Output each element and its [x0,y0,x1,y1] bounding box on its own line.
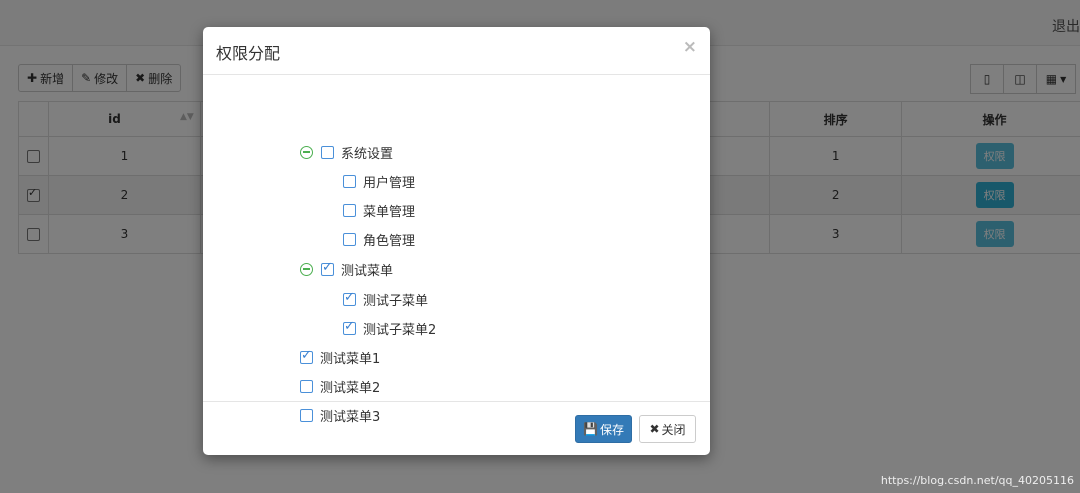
watermark-text: https://blog.csdn.net/qq_40205116 [880,474,1074,487]
tree-checkbox[interactable] [343,319,356,335]
modal-footer: 💾 保存 ✖ 关闭 [203,402,710,456]
x-icon: ✖ [649,422,660,436]
tree-checkbox[interactable] [343,203,356,217]
tree-node-user-management[interactable]: 用户管理 [343,170,415,192]
save-icon: 💾 [583,422,598,436]
tree-checkbox[interactable] [321,145,334,159]
tree-node-role-management[interactable]: 角色管理 [343,228,415,250]
save-button[interactable]: 💾 保存 [575,415,632,443]
permission-tree: 系统设置 用户管理 菜单管理 角色管理 测试菜单 测试子菜单 测试子菜单2 [203,75,710,425]
collapse-icon[interactable] [300,262,313,276]
tree-checkbox[interactable] [321,260,334,276]
tree-node-test-menu[interactable]: 测试菜单 [300,258,393,280]
cancel-button[interactable]: ✖ 关闭 [639,415,696,443]
tree-checkbox[interactable] [343,232,356,246]
tree-node-test-submenu[interactable]: 测试子菜单 [343,288,428,310]
tree-node-test-submenu-2[interactable]: 测试子菜单2 [343,317,436,339]
tree-checkbox[interactable] [300,379,313,393]
tree-node-system-settings[interactable]: 系统设置 [300,141,393,163]
tree-checkbox[interactable] [300,348,313,364]
tree-node-test-menu-2[interactable]: 测试菜单2 [300,375,380,397]
tree-checkbox[interactable] [343,174,356,188]
tree-node-menu-management[interactable]: 菜单管理 [343,199,415,221]
tree-node-test-menu-1[interactable]: 测试菜单1 [300,346,380,368]
collapse-icon[interactable] [300,145,313,159]
tree-checkbox[interactable] [343,290,356,306]
permission-modal: 权限分配 × 系统设置 用户管理 菜单管理 角色管理 测试菜单 测试子菜单 [203,27,710,455]
modal-title: 权限分配 [216,44,281,63]
close-icon[interactable]: × [683,37,697,57]
modal-header: 权限分配 × [203,27,710,75]
